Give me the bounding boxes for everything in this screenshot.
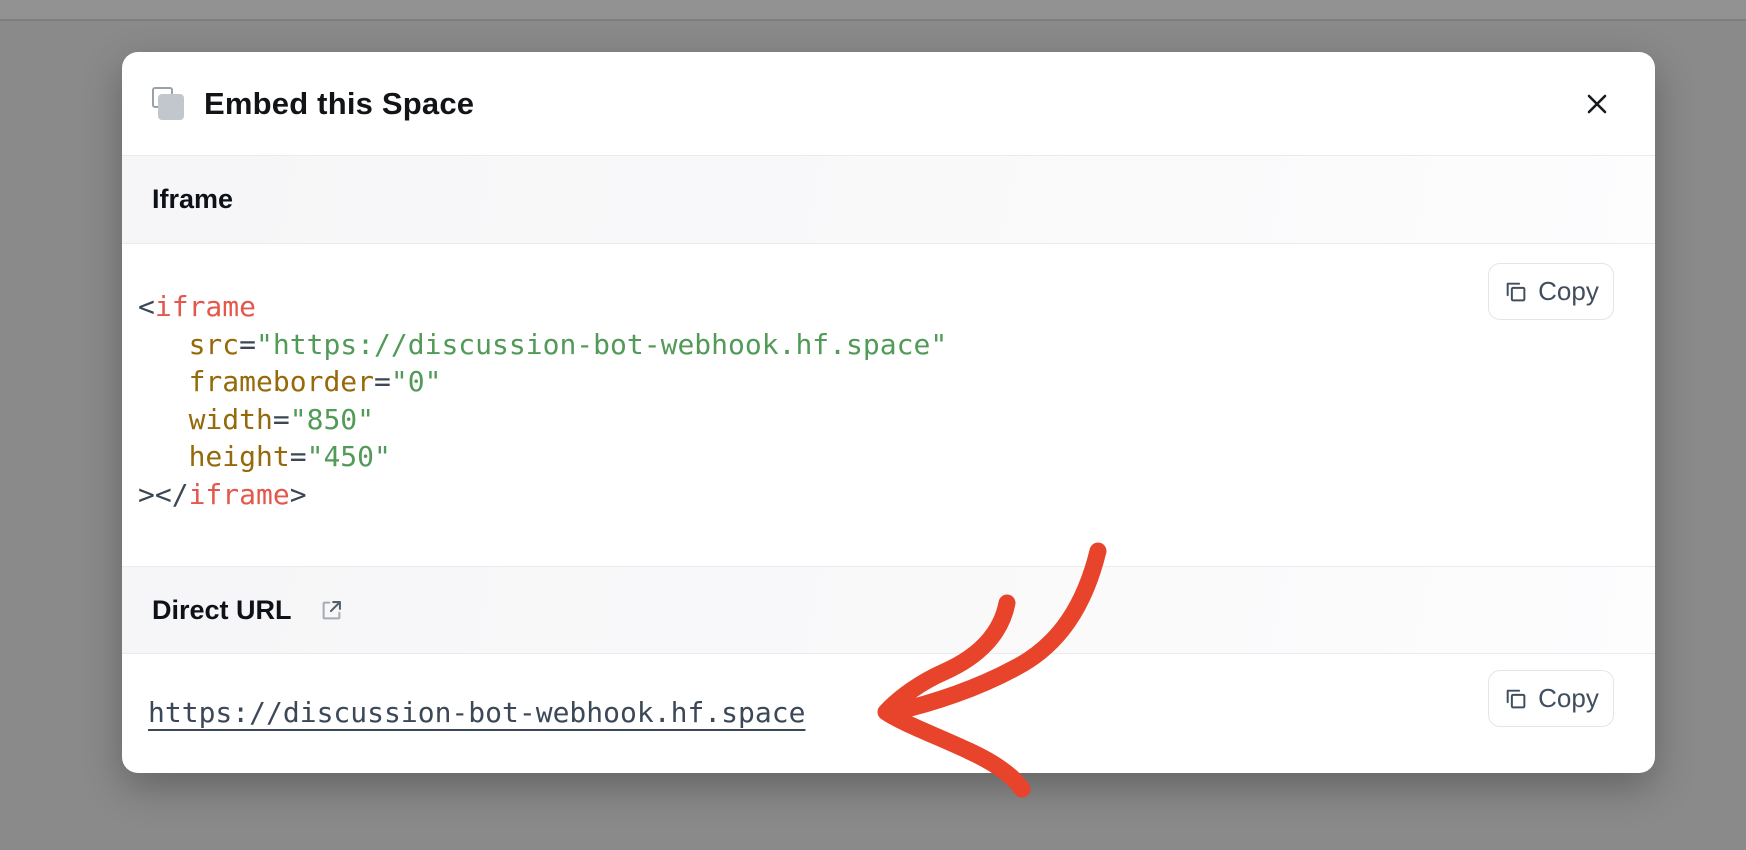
close-icon[interactable] [1575,82,1619,126]
copy-iframe-button[interactable]: Copy [1488,263,1614,320]
modal-title: Embed this Space [204,86,474,122]
iframe-code-block: <iframe src="https://discussion-bot-webh… [138,288,947,513]
embed-squares-icon [152,87,186,121]
backdrop-page-header-strip [0,0,1746,21]
copy-button-label: Copy [1538,276,1599,307]
embed-space-modal: Embed this Space Iframe <iframe src="htt… [122,52,1655,773]
copy-url-button[interactable]: Copy [1488,670,1614,727]
direct-url-link[interactable]: https://discussion-bot-webhook.hf.space [148,696,805,729]
modal-header: Embed this Space [122,52,1655,155]
copy-button-label: Copy [1538,683,1599,714]
external-link-icon [318,597,345,624]
iframe-section-header: Iframe [122,155,1655,244]
direct-url-heading: Direct URL [152,595,292,626]
direct-url-section-header: Direct URL [122,566,1655,654]
copy-icon [1503,279,1528,304]
iframe-heading: Iframe [152,184,233,215]
copy-icon [1503,686,1528,711]
